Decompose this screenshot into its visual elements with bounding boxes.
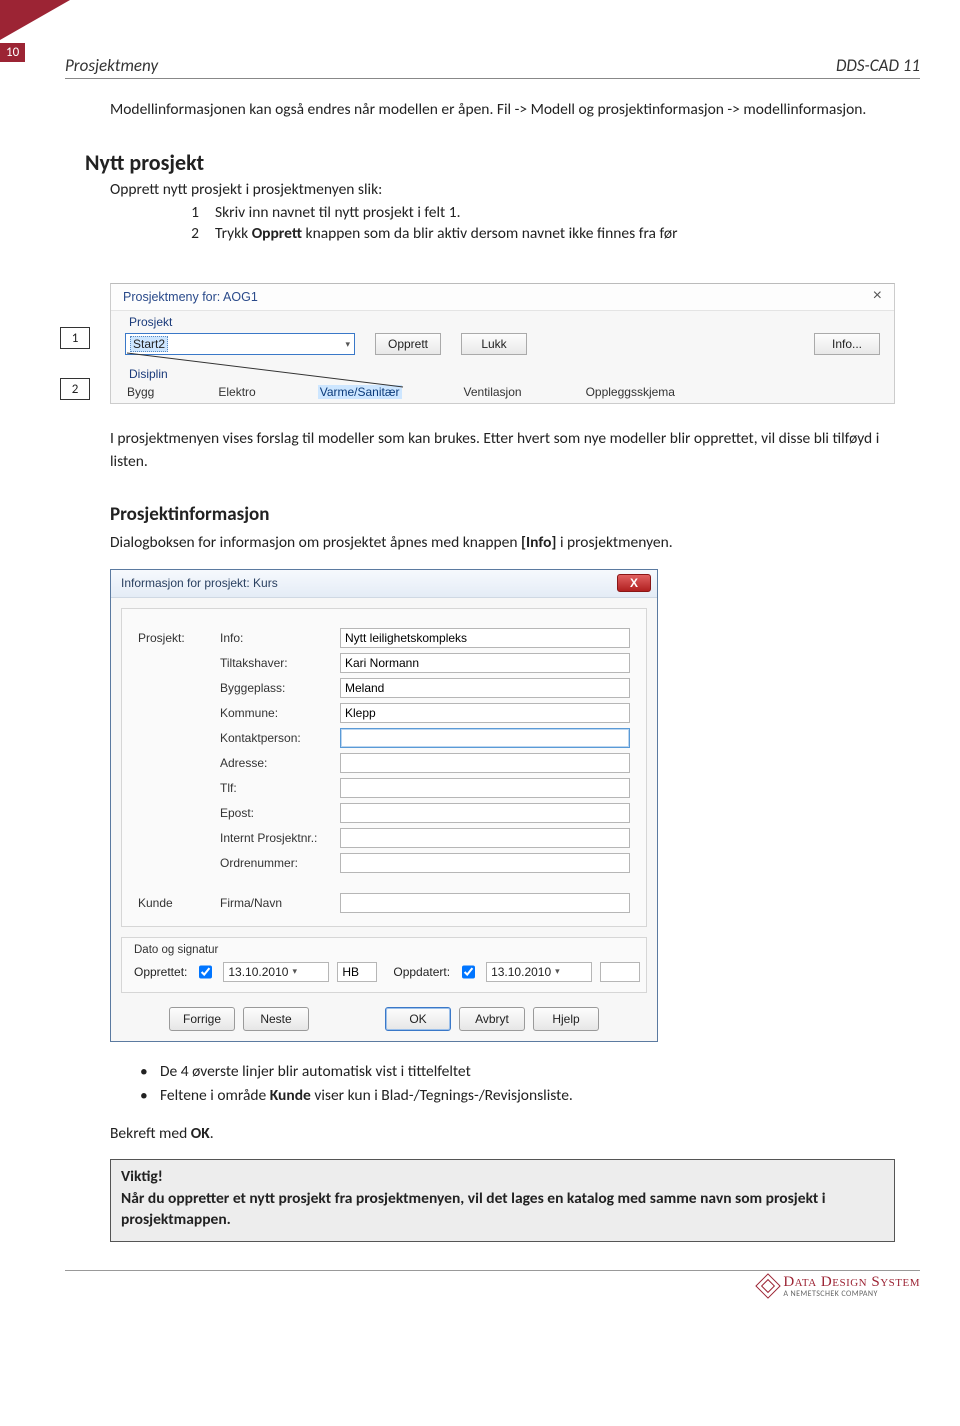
step-text: Skriv inn navnet til nytt prosjekt i fel… (215, 203, 461, 222)
callout-marker-2: 2 (60, 378, 90, 400)
opprettet-date-combo[interactable]: 13.10.2010 ▾ (223, 962, 329, 982)
step-number: 2 (185, 224, 199, 243)
field-label: Tlf: (220, 781, 340, 795)
field-label: Internt Prosjektnr.: (220, 831, 340, 845)
brand-name: Data Design System (783, 1275, 920, 1290)
page-header: Prosjektmeny DDS-CAD 11 (65, 55, 920, 79)
tab-ventilasjon[interactable]: Ventilasjon (462, 385, 524, 399)
bullet-text: De 4 øverste linjer blir automatisk vist… (160, 1060, 471, 1084)
field-label: Kontaktperson: (220, 731, 340, 745)
important-title: Viktig! (121, 1166, 884, 1188)
combo-value: Start2 (130, 336, 168, 352)
oppdatert-initials-field[interactable] (600, 962, 640, 982)
chevron-down-icon: ▾ (292, 966, 297, 977)
bullet-icon: • (140, 1084, 146, 1108)
opprettet-checkbox[interactable] (199, 965, 212, 979)
kommune-field[interactable] (340, 703, 630, 723)
chevron-down-icon: ▾ (345, 339, 350, 350)
dato-signatur-group: Dato og signatur Opprettet: 13.10.2010 ▾… (121, 937, 647, 993)
avbryt-button[interactable]: Avbryt (459, 1007, 525, 1031)
adresse-field[interactable] (340, 753, 630, 773)
group-legend: Dato og signatur (134, 944, 634, 956)
field-label: Kommune: (220, 706, 340, 720)
oppdatert-checkbox[interactable] (462, 965, 475, 979)
field-label: Epost: (220, 806, 340, 820)
info-button[interactable]: Info... (814, 333, 880, 355)
section-heading-nytt-prosjekt: Nytt prosjekt (85, 149, 895, 176)
header-right: DDS-CAD 11 (836, 55, 920, 76)
callout-line (125, 351, 425, 411)
header-left: Prosjektmeny (65, 55, 158, 76)
prosjektinfo-dialog: Informasjon for prosjekt: Kurs X Prosjek… (110, 569, 658, 1042)
firma-navn-field[interactable] (340, 893, 630, 913)
field-label: Ordrenummer: (220, 856, 340, 870)
neste-button[interactable]: Neste (243, 1007, 309, 1031)
tiltakshaver-field[interactable] (340, 653, 630, 673)
ordrenummer-field[interactable] (340, 853, 630, 873)
dialog-title: Informasjon for prosjekt: Kurs (121, 576, 278, 590)
field-label: Adresse: (220, 756, 340, 770)
callout-marker-1: 1 (60, 327, 90, 349)
after-figure-paragraph: I prosjektmenyen vises forslag til model… (110, 428, 895, 473)
important-note-box: Viktig! Når du oppretter et nytt prosjek… (110, 1159, 895, 1242)
chevron-down-icon: ▾ (555, 966, 560, 977)
opprettet-label: Opprettet: (134, 965, 187, 979)
tlf-field[interactable] (340, 778, 630, 798)
bullet-list: • De 4 øverste linjer blir automatisk vi… (140, 1060, 895, 1108)
col-label-kunde: Kunde (138, 896, 220, 910)
internt-prosjektnr-field[interactable] (340, 828, 630, 848)
oppdatert-label: Oppdatert: (393, 965, 450, 979)
close-icon[interactable]: × (873, 290, 882, 304)
prosjektmeny-dialog-figure: 1 2 Prosjektmeny for: AOG1 × Prosjekt St… (110, 283, 895, 404)
col-label-prosjekt: Prosjekt: (138, 631, 220, 645)
hjelp-button[interactable]: Hjelp (533, 1007, 599, 1031)
opprettet-initials-field[interactable] (337, 962, 377, 982)
kontaktperson-field[interactable] (340, 728, 630, 748)
bullet-text: Feltene i område Kunde viser kun i Blad-… (160, 1084, 573, 1108)
important-body: Når du oppretter et nytt prosjekt fra pr… (121, 1189, 826, 1230)
page-footer: Data Design System A NEMETSCHEK COMPANY (65, 1270, 920, 1298)
step-number: 1 (185, 203, 199, 222)
group-label-prosjekt: Prosjekt (125, 311, 880, 331)
field-label: Info: (220, 631, 340, 645)
step-text: Trykk Opprett knappen som da blir aktiv … (215, 224, 677, 243)
dialog-button-row: Forrige Neste OK Avbryt Hjelp (121, 1007, 647, 1031)
byggeplass-field[interactable] (340, 678, 630, 698)
field-label: Byggeplass: (220, 681, 340, 695)
prosjektmeny-dialog: Prosjektmeny for: AOG1 × Prosjekt Start2… (110, 283, 895, 404)
section-subtext: Opprett nytt prosjekt i prosjektmenyen s… (110, 180, 895, 199)
prosjekt-fields-panel: Prosjekt: Info: Tiltakshaver: Byggeplass… (121, 608, 647, 927)
confirm-line: Bekreft med OK. (110, 1124, 895, 1143)
prosjektinfo-paragraph: Dialogboksen for informasjon om prosjekt… (110, 532, 895, 554)
epost-field[interactable] (340, 803, 630, 823)
forrige-button[interactable]: Forrige (169, 1007, 235, 1031)
info-field[interactable] (340, 628, 630, 648)
page-number: 10 (0, 43, 25, 62)
oppdatert-date-combo[interactable]: 13.10.2010 ▾ (486, 962, 592, 982)
lukk-button[interactable]: Lukk (461, 333, 527, 355)
tab-oppleggsskjema[interactable]: Oppleggsskjema (584, 385, 677, 399)
dialog-title: Prosjektmeny for: AOG1 (123, 290, 258, 304)
bullet-icon: • (140, 1060, 146, 1084)
close-icon[interactable]: X (617, 574, 651, 592)
field-label: Firma/Navn (220, 896, 340, 910)
intro-paragraph: Modellinformasjonen kan også endres når … (110, 99, 895, 121)
numbered-steps: 1 Skriv inn navnet til nytt prosjekt i f… (185, 203, 895, 243)
ok-button[interactable]: OK (385, 1007, 451, 1031)
section-heading-prosjektinformasjon: Prosjektinformasjon (110, 503, 895, 526)
field-label: Tiltakshaver: (220, 656, 340, 670)
brand-logo-icon (756, 1274, 781, 1299)
brand-subtitle: A NEMETSCHEK COMPANY (783, 1290, 920, 1298)
page-corner-decor (0, 0, 70, 40)
